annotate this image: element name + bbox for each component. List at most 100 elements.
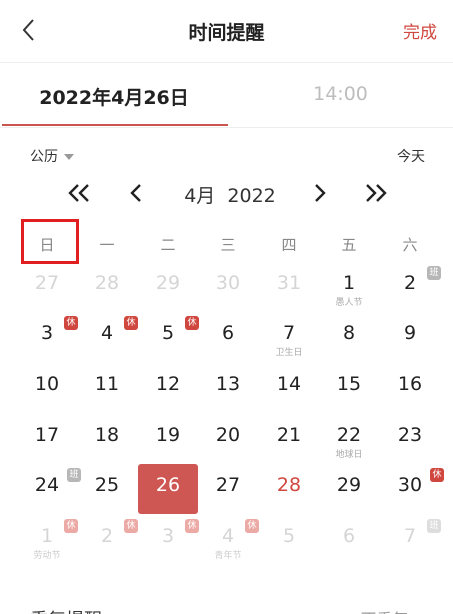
day-cell[interactable]: 11 <box>77 363 137 413</box>
day-cell[interactable]: 20 <box>198 414 258 464</box>
festival-label: 卫生日 <box>275 348 303 358</box>
holiday-badge: 休 <box>185 519 199 533</box>
day-cell[interactable]: 17 <box>17 414 77 464</box>
day-cell[interactable]: 1 劳动节休 <box>17 515 78 565</box>
active-tab-indicator <box>2 124 228 126</box>
day-cell[interactable]: 1 愚人节 <box>319 262 379 312</box>
day-cell[interactable]: 4 青年节休 <box>198 515 259 565</box>
day-cell[interactable]: 2休 <box>77 515 138 565</box>
day-number: 13 <box>215 373 241 395</box>
selected-day-cell[interactable]: 26 <box>138 464 198 514</box>
day-cell[interactable]: 7 卫生日 <box>259 312 319 362</box>
day-cell[interactable]: 3休 <box>138 515 199 565</box>
day-number: 29 <box>336 474 362 496</box>
chevron-left-icon <box>130 184 141 202</box>
today-button[interactable]: 今天 <box>397 146 425 166</box>
day-number: 16 <box>397 373 423 395</box>
repeat-reminder-value[interactable]: 不重复 > <box>361 606 428 614</box>
weekday-thu: 四 <box>281 236 297 254</box>
day-cell[interactable]: 27 <box>198 464 258 514</box>
day-number: 14 <box>276 373 302 395</box>
day-cell[interactable]: 30 <box>198 262 258 312</box>
day-cell[interactable]: 19 <box>138 414 198 464</box>
day-number: 18 <box>94 424 120 446</box>
caret-down-icon <box>64 154 74 160</box>
repeat-reminder-label[interactable]: 重复提醒 <box>30 606 102 614</box>
holiday-badge: 休 <box>64 519 78 533</box>
day-cell[interactable]: 29 <box>138 262 198 312</box>
day-number: 22 <box>336 424 362 446</box>
day-number: 25 <box>94 474 120 496</box>
day-cell[interactable]: 6 <box>198 312 258 362</box>
holiday-badge: 休 <box>124 519 138 533</box>
day-number: 6 <box>221 322 235 344</box>
day-cell[interactable]: 25 <box>77 464 137 514</box>
day-cell[interactable]: 7班 <box>380 515 441 565</box>
day-number: 28 <box>276 474 302 496</box>
month-label: 4月 <box>184 185 216 207</box>
day-cell[interactable]: 31 <box>259 262 319 312</box>
date-time-tabs: 2022年4月26日 14:00 <box>0 63 453 129</box>
day-cell[interactable]: 24 班 <box>17 464 81 514</box>
festival-label: 地球日 <box>335 450 363 460</box>
day-cell[interactable]: 10 <box>17 363 77 413</box>
double-chevron-right-icon <box>366 184 387 202</box>
workday-badge: 班 <box>427 519 441 533</box>
holiday-badge: 休 <box>245 519 259 533</box>
chevron-right-icon <box>315 184 326 202</box>
weekday-tue: 二 <box>160 236 176 254</box>
calendar-type-dropdown[interactable]: 公历 <box>30 146 74 166</box>
day-number: 27 <box>215 474 241 496</box>
day-number: 11 <box>94 373 120 395</box>
day-cell[interactable]: 18 <box>77 414 137 464</box>
day-number: 20 <box>215 424 241 446</box>
day-cell[interactable]: 6 <box>319 515 379 565</box>
day-cell[interactable]: 5休 <box>138 312 199 362</box>
day-number: 10 <box>34 373 60 395</box>
day-number: 29 <box>155 272 181 294</box>
day-cell[interactable]: 30 休 <box>380 464 444 514</box>
day-cell[interactable]: 8 <box>319 312 379 362</box>
day-cell[interactable]: 3休 <box>17 312 78 362</box>
next-year-button[interactable] <box>361 178 391 208</box>
day-cell[interactable]: 28 <box>259 464 319 514</box>
tab-date[interactable]: 2022年4月26日 <box>0 83 228 110</box>
weekday-wed: 三 <box>220 236 236 254</box>
day-cell[interactable]: 29 <box>319 464 379 514</box>
day-cell[interactable]: 9 <box>380 312 440 362</box>
day-cell[interactable]: 2班 <box>380 262 441 312</box>
day-cell[interactable]: 27 <box>17 262 77 312</box>
day-cell[interactable]: 14 <box>259 363 319 413</box>
day-number: 15 <box>336 373 362 395</box>
year-label: 2022 <box>227 185 276 207</box>
day-cell[interactable]: 15 <box>319 363 379 413</box>
day-number: 26 <box>155 474 181 496</box>
double-chevron-left-icon <box>68 184 89 202</box>
header-bar: 时间提醒 完成 <box>0 0 453 62</box>
day-cell[interactable]: 4休 <box>77 312 138 362</box>
day-number: 30 <box>215 272 241 294</box>
day-cell[interactable]: 21 <box>259 414 319 464</box>
day-cell[interactable]: 28 <box>77 262 137 312</box>
next-month-button[interactable] <box>304 178 334 208</box>
tab-time[interactable]: 14:00 <box>228 83 453 105</box>
day-number: 31 <box>276 272 302 294</box>
day-cell[interactable]: 13 <box>198 363 258 413</box>
day-number: 19 <box>155 424 181 446</box>
day-cell[interactable]: 12 <box>138 363 198 413</box>
weekday-mon: 一 <box>99 236 115 254</box>
month-navigation: 4月 2022 <box>0 178 453 210</box>
day-number: 17 <box>34 424 60 446</box>
day-number: 9 <box>403 322 417 344</box>
calendar-type-label: 公历 <box>30 149 58 165</box>
prev-year-button[interactable] <box>64 178 94 208</box>
day-cell[interactable]: 16 <box>380 363 440 413</box>
back-button[interactable] <box>14 15 44 45</box>
prev-month-button[interactable] <box>122 178 152 208</box>
day-cell[interactable]: 5 <box>259 515 319 565</box>
done-button[interactable]: 完成 <box>403 18 437 43</box>
festival-label: 愚人节 <box>335 298 363 308</box>
day-number: 28 <box>94 272 120 294</box>
day-cell[interactable]: 23 <box>380 414 440 464</box>
day-cell[interactable]: 22 地球日 <box>319 414 379 464</box>
